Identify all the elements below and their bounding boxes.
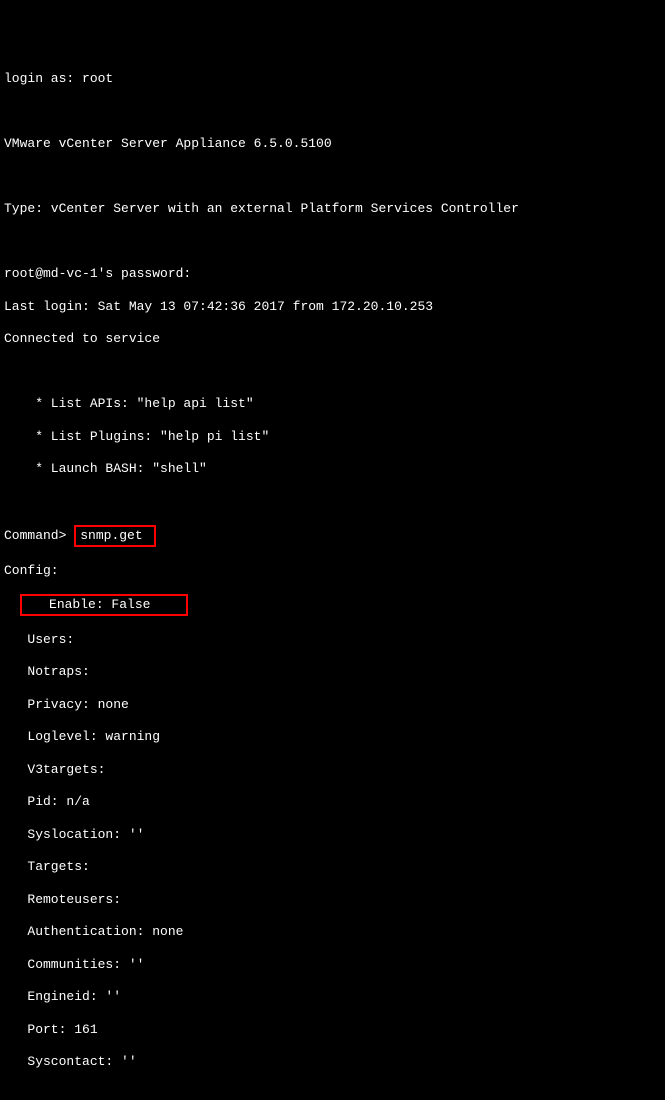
command-line-1: Command> snmp.get (4, 526, 661, 546)
banner-title: VMware vCenter Server Appliance 6.5.0.51… (4, 136, 661, 152)
v3targets-line: V3targets: (4, 762, 661, 778)
enable-line: Enable: False (26, 597, 151, 612)
port-line: Port: 161 (4, 1022, 661, 1038)
privacy-line: Privacy: none (4, 697, 661, 713)
engineid-line: Engineid: '' (4, 989, 661, 1005)
syscontact-line: Syscontact: '' (4, 1054, 661, 1070)
blank-line (4, 169, 661, 185)
help-plugins: * List Plugins: "help pi list" (4, 429, 661, 445)
login-prompt: login as: (4, 71, 74, 86)
password-prompt: root@md-vc-1's password: (4, 266, 661, 282)
command-input-1[interactable]: snmp.get (80, 528, 142, 543)
targets-line: Targets: (4, 859, 661, 875)
blank-line (4, 234, 661, 250)
communities-line: Communities: '' (4, 957, 661, 973)
last-login: Last login: Sat May 13 07:42:36 2017 fro… (4, 299, 661, 315)
pid-line: Pid: n/a (4, 794, 661, 810)
enable-highlight: Enable: False (20, 594, 188, 616)
enable-line-wrapper: Enable: False (4, 595, 661, 615)
users-line: Users: (4, 632, 661, 648)
command-input-highlight: snmp.get (74, 525, 156, 547)
blank-line (4, 494, 661, 510)
authentication-line: Authentication: none (4, 924, 661, 940)
help-apis: * List APIs: "help api list" (4, 396, 661, 412)
loglevel-line: Loglevel: warning (4, 729, 661, 745)
notraps-line: Notraps: (4, 664, 661, 680)
banner-type: Type: vCenter Server with an external Pl… (4, 201, 661, 217)
config-header: Config: (4, 563, 661, 579)
blank-line (4, 1087, 661, 1100)
remoteusers-line: Remoteusers: (4, 892, 661, 908)
blank-line (4, 364, 661, 380)
command-prompt-1: Command> (4, 528, 66, 543)
blank-line (4, 104, 661, 120)
connected: Connected to service (4, 331, 661, 347)
help-bash: * Launch BASH: "shell" (4, 461, 661, 477)
syslocation-line: Syslocation: '' (4, 827, 661, 843)
login-line: login as: root (4, 71, 661, 87)
login-user: root (82, 71, 113, 86)
